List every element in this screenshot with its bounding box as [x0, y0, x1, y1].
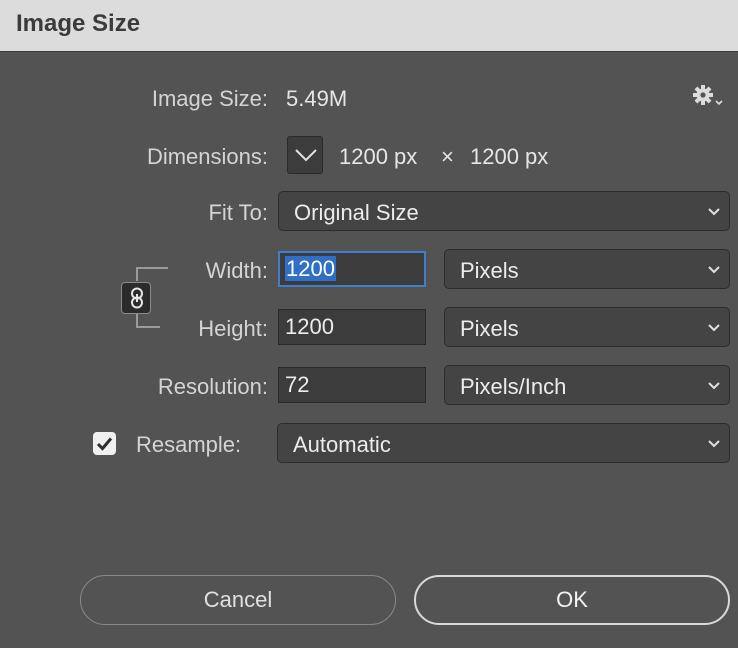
link-icon: [131, 287, 143, 309]
resample-checkbox[interactable]: [93, 432, 116, 455]
image-size-label: Image Size:: [151, 86, 268, 111]
chevron-down-icon: [708, 266, 720, 274]
resolution-value: 72: [285, 372, 310, 397]
resample-value: Automatic: [293, 432, 391, 457]
resample-label: Resample:: [136, 432, 242, 457]
height-unit-value: Pixels: [460, 316, 519, 341]
title-bar: Image Size: [0, 0, 738, 52]
constrain-proportions-button[interactable]: [121, 282, 151, 314]
ok-button[interactable]: OK: [414, 575, 730, 625]
resolution-unit-value: Pixels/Inch: [460, 374, 567, 399]
width-unit-value: Pixels: [460, 258, 519, 283]
height-value: 1200: [285, 314, 334, 339]
dimensions-toggle[interactable]: [287, 136, 323, 174]
chevron-down-icon: [708, 208, 720, 216]
dimensions-label: Dimensions:: [146, 144, 268, 169]
resolution-unit-dropdown[interactable]: Pixels/Inch: [444, 365, 730, 405]
height-input[interactable]: 1200: [278, 309, 426, 345]
chevron-down-icon: [708, 382, 720, 390]
width-value: 1200: [285, 256, 336, 281]
width-unit-dropdown[interactable]: Pixels: [444, 249, 730, 289]
height-unit-dropdown[interactable]: Pixels: [444, 307, 730, 347]
chevron-down-icon: [708, 324, 720, 332]
dialog-title: Image Size: [16, 10, 141, 37]
dimensions-height: 1200 px: [470, 144, 549, 169]
width-input[interactable]: 1200: [278, 251, 426, 287]
dimensions-width: 1200 px: [339, 144, 418, 169]
width-label: Width:: [205, 258, 268, 283]
cancel-button[interactable]: Cancel: [80, 575, 396, 625]
gear-icon[interactable]: [692, 84, 724, 110]
fit-to-dropdown[interactable]: Original Size: [278, 191, 730, 231]
resolution-input[interactable]: 72: [278, 367, 426, 403]
chevron-down-icon: [295, 149, 317, 162]
image-size-value: 5.49M: [286, 86, 348, 111]
resample-dropdown[interactable]: Automatic: [277, 423, 730, 463]
fit-to-label: Fit To:: [208, 200, 268, 225]
height-label: Height:: [198, 316, 268, 341]
resolution-label: Resolution:: [157, 374, 268, 399]
chevron-down-icon: [708, 440, 720, 448]
dimensions-separator: ×: [441, 144, 454, 169]
checkmark-icon: [96, 437, 113, 451]
fit-to-value: Original Size: [294, 200, 419, 225]
